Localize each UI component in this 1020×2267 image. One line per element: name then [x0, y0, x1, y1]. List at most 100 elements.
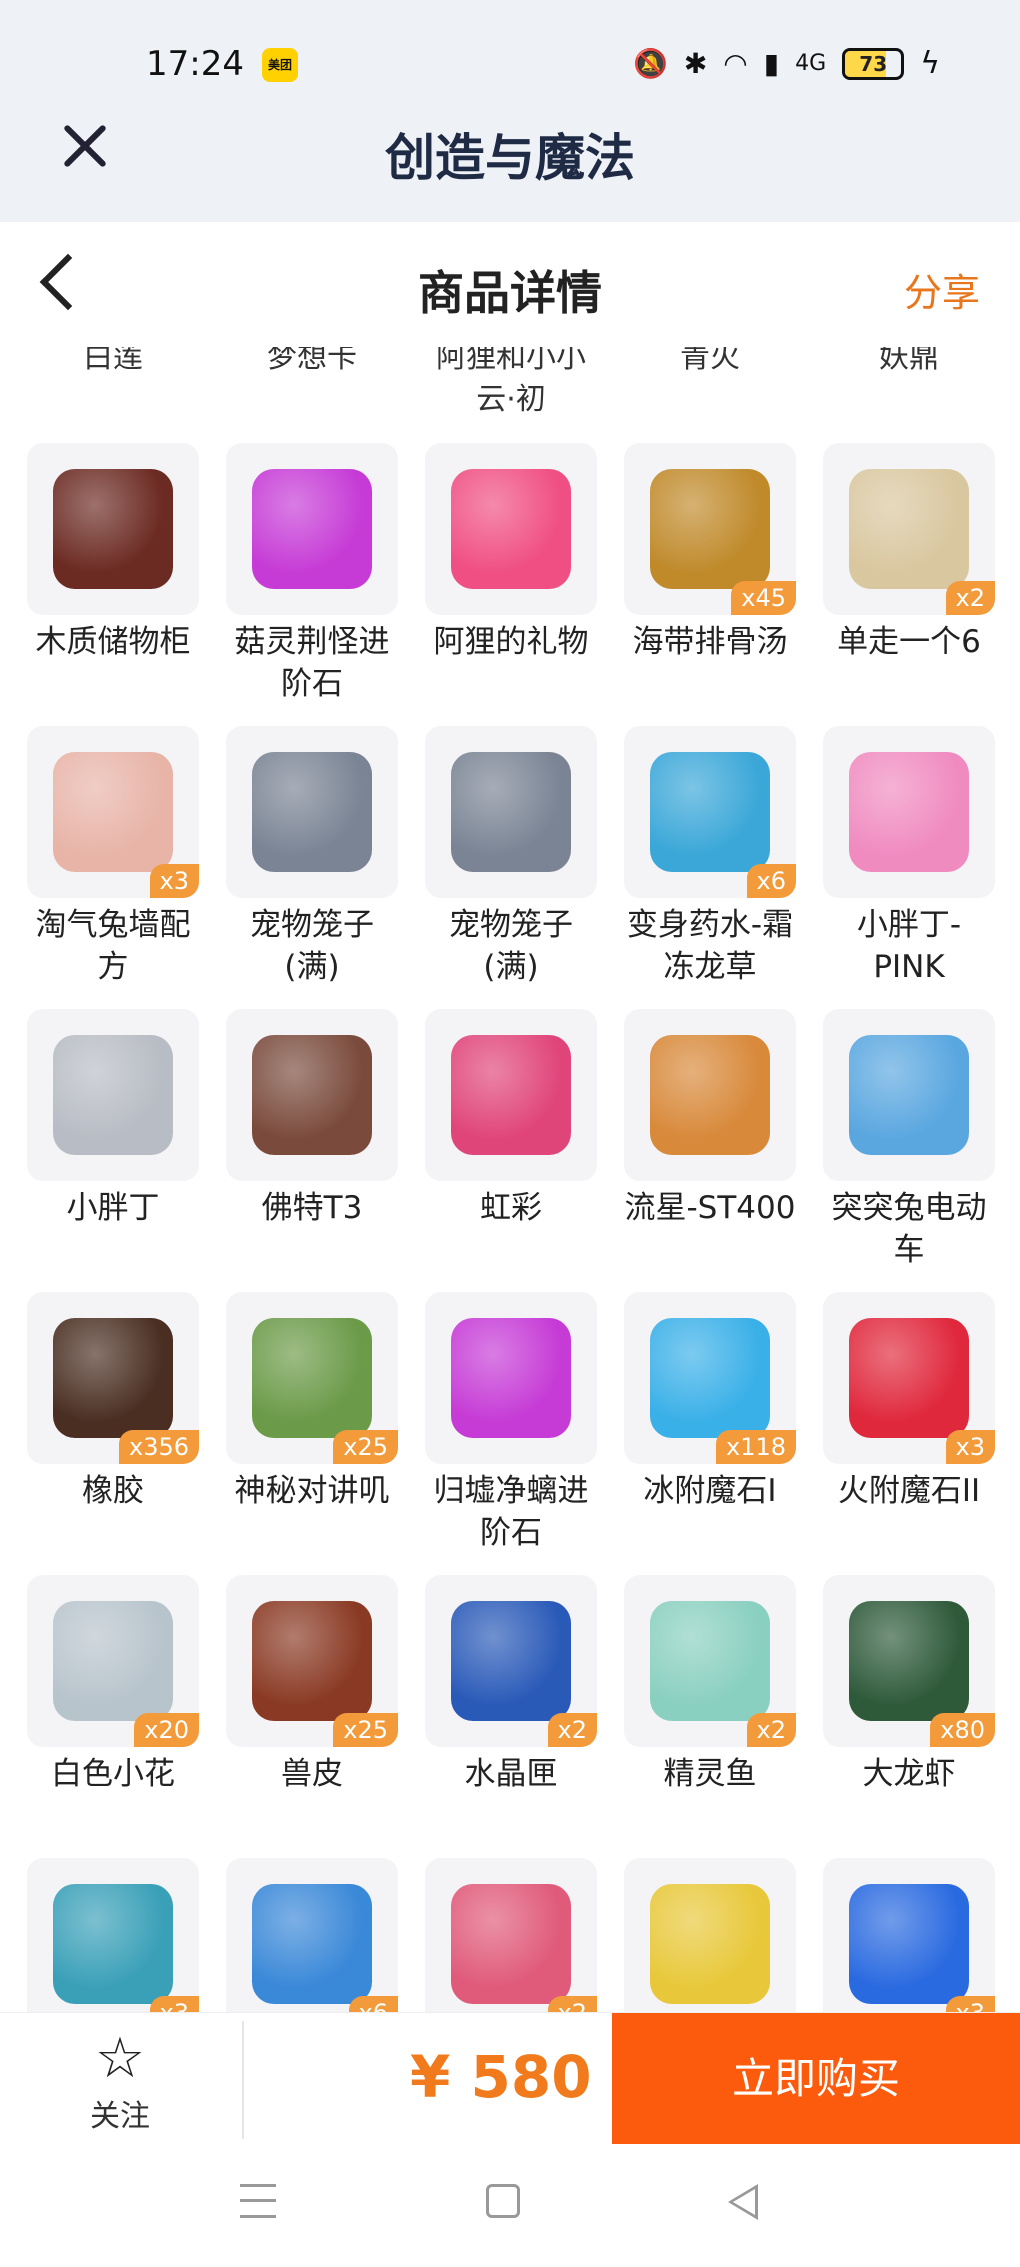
- quantity-badge: x2: [746, 1713, 796, 1747]
- item-thumbnail: [226, 443, 398, 615]
- item-thumbnail: [823, 1009, 995, 1181]
- share-button[interactable]: 分享: [904, 262, 980, 317]
- item-card[interactable]: 木质储物柜: [27, 443, 199, 726]
- wifi-icon: ◠: [723, 47, 748, 80]
- partial-item-name: 阿狸和小小云·初: [436, 347, 586, 417]
- quantity-badge: x25: [333, 1430, 398, 1464]
- item-card[interactable]: x2蔷薇须: [425, 1858, 597, 2012]
- item-card[interactable]: x45 海带排骨汤: [624, 443, 796, 726]
- item-card[interactable]: x80 大龙虾: [823, 1575, 995, 1858]
- follow-label: 关注: [90, 2099, 150, 2134]
- item-thumbnail: [624, 1858, 796, 2012]
- card-icon: [849, 469, 969, 589]
- item-card[interactable]: 独角兽饲料: [624, 1858, 796, 2012]
- pet-cage-icon: [252, 752, 372, 872]
- item-thumbnail: [624, 1009, 796, 1181]
- fire-crystal-icon: [849, 1318, 969, 1438]
- item-name: 精灵鱼: [663, 1756, 757, 1792]
- item-name: 兽皮: [281, 1756, 343, 1792]
- item-grid-scroll[interactable]: 白莲 梦想卡 阿狸和小小云·初 青火 妖鼎 木质储物柜 菇灵荆怪进阶石 阿狸的礼物 x45 海带…: [0, 347, 1020, 2012]
- item-card[interactable]: x6 变身药水-霜冻龙草: [624, 726, 796, 1009]
- item-name: 小胖丁-PINK: [856, 907, 962, 985]
- item-thumbnail: [226, 726, 398, 898]
- item-thumbnail: x3: [823, 1858, 995, 2012]
- item-name: 菇灵荆怪进阶石: [234, 624, 390, 702]
- item-card[interactable]: x3 淘气兔墙配方: [27, 726, 199, 1009]
- spirit-fish-icon: [650, 1601, 770, 1721]
- item-card[interactable]: x356 橡胶: [27, 1292, 199, 1575]
- item-name: 小胖丁: [66, 1190, 160, 1226]
- quantity-badge: x20: [134, 1713, 199, 1747]
- pet-cage-icon: [451, 752, 571, 872]
- item-thumbnail: x25: [226, 1292, 398, 1464]
- item-grid: 木质储物柜 菇灵荆怪进阶石 阿狸的礼物 x45 海带排骨汤 x2 单走一个6 x3 淘气兔墙配方…: [27, 443, 997, 2012]
- bluetooth-icon: ✱: [683, 47, 708, 80]
- item-name: 大龙虾: [862, 1756, 956, 1792]
- item-card[interactable]: 菇灵荆怪进阶石: [226, 443, 398, 726]
- item-card[interactable]: 虹彩: [425, 1009, 597, 1292]
- star-icon: ☆: [94, 2026, 146, 2091]
- item-name: 神秘对讲叽: [234, 1473, 390, 1509]
- quantity-badge: x356: [118, 1430, 199, 1464]
- item-thumbnail: [27, 1009, 199, 1181]
- item-card[interactable]: 流星-ST400: [624, 1009, 796, 1292]
- item-thumbnail: [425, 726, 597, 898]
- item-thumbnail: [823, 726, 995, 898]
- item-card[interactable]: 佛特T3: [226, 1009, 398, 1292]
- home-icon[interactable]: [486, 2184, 520, 2218]
- quantity-badge: x45: [731, 581, 796, 615]
- scooter-icon: [849, 1035, 969, 1155]
- item-thumbnail: x2: [823, 443, 995, 615]
- item-card[interactable]: x2 单走一个6: [823, 443, 995, 726]
- item-card[interactable]: 突突兔电动车: [823, 1009, 995, 1292]
- item-thumbnail: [425, 1292, 597, 1464]
- item-card[interactable]: x2 精灵鱼: [624, 1575, 796, 1858]
- item-card[interactable]: 小胖丁-PINK: [823, 726, 995, 1009]
- item-thumbnail: x20: [27, 1575, 199, 1747]
- item-card[interactable]: 阿狸的礼物: [425, 443, 597, 726]
- divider: [242, 2021, 244, 2139]
- system-back-icon[interactable]: [728, 2184, 758, 2220]
- follow-button[interactable]: ☆ 关注: [70, 2031, 170, 2135]
- item-thumbnail: x2: [425, 1858, 597, 2012]
- item-card[interactable]: x3鳐鱼: [27, 1858, 199, 2012]
- meituan-app-icon: 美团: [262, 48, 298, 82]
- item-card[interactable]: 宠物笼子(满): [226, 726, 398, 1009]
- rubber-icon: [53, 1318, 173, 1438]
- item-thumbnail: x356: [27, 1292, 199, 1464]
- item-name: 宠物笼子(满): [449, 907, 573, 985]
- item-card[interactable]: x2 水晶匣: [425, 1575, 597, 1858]
- quantity-badge: x6: [746, 864, 796, 898]
- item-name: 海带排骨汤: [632, 624, 788, 660]
- item-card[interactable]: x6反引力碎晶: [226, 1858, 398, 2012]
- purchase-bar: ☆ 关注 ¥ 580 立即购买: [0, 2012, 1020, 2145]
- white-flower-icon: [53, 1601, 173, 1721]
- item-name: 变身药水-霜冻龙草: [626, 907, 794, 985]
- mute-bell-icon: 🔕: [632, 47, 668, 80]
- recent-apps-icon[interactable]: [240, 2184, 276, 2218]
- quantity-badge: x2: [547, 1713, 597, 1747]
- battery-icon: 73: [842, 47, 905, 80]
- buy-now-button[interactable]: 立即购买: [612, 2013, 1020, 2145]
- item-card[interactable]: 宠物笼子(满): [425, 726, 597, 1009]
- partial-row: 白莲 梦想卡 阿狸和小小云·初 青火 妖鼎: [0, 347, 1020, 417]
- dragon-gem-icon: [451, 1318, 571, 1438]
- item-card[interactable]: x3符文魔晶: [823, 1858, 995, 2012]
- item-card[interactable]: x20 白色小花: [27, 1575, 199, 1858]
- item-card[interactable]: x3 火附魔石II: [823, 1292, 995, 1575]
- item-card[interactable]: 小胖丁: [27, 1009, 199, 1292]
- partial-item-name: 青火: [680, 347, 740, 375]
- quantity-badge: x3: [945, 1996, 995, 2012]
- item-name: 归墟净螭进阶石: [433, 1473, 589, 1551]
- item-thumbnail: x6: [226, 1858, 398, 2012]
- price: ¥ 580: [410, 2043, 592, 2111]
- item-name: 白色小花: [51, 1756, 175, 1792]
- item-card[interactable]: x25 神秘对讲叽: [226, 1292, 398, 1575]
- ray-fish-icon: [53, 1884, 173, 2004]
- item-name: 阿狸的礼物: [433, 624, 589, 660]
- item-card[interactable]: x25 兽皮: [226, 1575, 398, 1858]
- vintage-car-icon: [252, 1035, 372, 1155]
- status-bar: 17:24 美团 🔕 ✱ ◠ ▮ 4G 73 ϟ: [0, 0, 1020, 120]
- item-card[interactable]: 归墟净螭进阶石: [425, 1292, 597, 1575]
- item-card[interactable]: x118 冰附魔石I: [624, 1292, 796, 1575]
